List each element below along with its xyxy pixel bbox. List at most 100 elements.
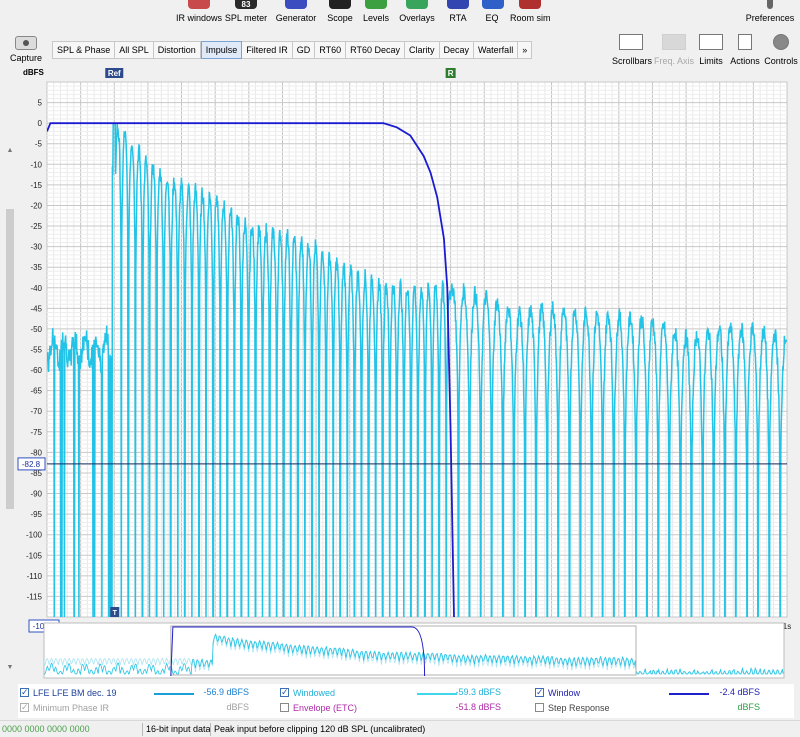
legend-item-window[interactable]: Window: [535, 686, 580, 700]
y-tick-label: -100: [26, 531, 43, 540]
button-label: Controls: [764, 56, 798, 66]
input-meter-digits: 0000 0000 0000 0000: [2, 724, 90, 734]
levels-icon: [365, 0, 387, 9]
toolbar-button-overlays[interactable]: Overlays: [398, 0, 436, 28]
legend-checkbox[interactable]: [280, 686, 289, 699]
tab-filtered-ir[interactable]: Filtered IR: [242, 42, 293, 58]
overlays-icon: [406, 0, 428, 9]
legend-label: LFE LFE BM dec. 19: [33, 688, 117, 698]
eq-icon: [482, 0, 504, 9]
r-marker[interactable]: R: [445, 68, 456, 78]
toolbar-label: RTA: [449, 13, 467, 23]
legend-value: -59.3 dBFS: [455, 687, 501, 697]
actions-icon: [738, 34, 752, 50]
toolbar-button-room-sim[interactable]: Room sim: [510, 0, 551, 28]
legend-item-windowed[interactable]: Windowed: [280, 686, 336, 700]
main-toolbar: IR windows 83 SPL meter Generator Scope Level…: [0, 0, 800, 28]
legend-item-minimum-phase-ir[interactable]: Minimum Phase IR: [20, 701, 109, 715]
toolbar-button-rta[interactable]: RTA: [446, 0, 470, 28]
r-marker-label: R: [448, 69, 454, 78]
tab-gd[interactable]: GD: [293, 42, 316, 58]
toolbar-label: Scope: [327, 13, 353, 23]
button-label: Scrollbars: [612, 56, 653, 66]
legend-label: Envelope (ETC): [293, 703, 358, 713]
tab-clarity[interactable]: Clarity: [405, 42, 440, 58]
legend-checkbox[interactable]: [535, 703, 544, 712]
legend-value: dBFS: [737, 702, 760, 712]
controls-button[interactable]: Controls: [762, 34, 800, 66]
peak-input-status: Peak input before clipping 120 dB SPL (u…: [214, 724, 426, 734]
freq-axis-icon: [662, 34, 686, 50]
toolbar-button-ir-windows[interactable]: IR windows: [176, 0, 222, 28]
cursor-value-box[interactable]: -82.8: [17, 457, 46, 471]
rew-window: IR windows 83 SPL meter Generator Scope Level…: [0, 0, 800, 737]
scroll-up-icon[interactable]: ▲: [6, 147, 14, 154]
legend-value: -2.4 dBFS: [719, 687, 760, 697]
tab-impulse[interactable]: Impulse: [200, 41, 243, 59]
legend-item-lfe-lfe-bm-dec-19[interactable]: LFE LFE BM dec. 19: [20, 686, 117, 700]
legend-value: dBFS: [226, 702, 249, 712]
actions-button[interactable]: Actions: [728, 34, 762, 66]
y-tick-label: 5: [38, 99, 43, 108]
tab-distortion[interactable]: Distortion: [154, 42, 201, 58]
vertical-scrollbar[interactable]: ▲ ▼: [4, 147, 16, 671]
legend-checkbox[interactable]: [20, 701, 29, 714]
scrollbar-thumb[interactable]: [6, 209, 14, 509]
capture-button[interactable]: Capture: [10, 36, 42, 63]
y-tick-label: -55: [30, 346, 42, 355]
tab-decay[interactable]: Decay: [440, 42, 475, 58]
tab-waterfall[interactable]: Waterfall: [474, 42, 519, 58]
y-tick-label: -80: [30, 448, 42, 457]
scrollbars-icon: [619, 34, 643, 50]
rta-icon: [447, 0, 469, 9]
limits-button[interactable]: Limits: [696, 34, 726, 66]
y-tick-label: -70: [30, 407, 42, 416]
ref-marker[interactable]: Ref: [105, 68, 124, 78]
input-bits-status: 16-bit input data: [146, 724, 211, 734]
tab-spl-phase[interactable]: SPL & Phase: [53, 42, 116, 58]
preferences-label: Preferences: [745, 13, 795, 23]
generator-icon: [285, 0, 307, 9]
wrench-icon: [767, 0, 773, 9]
impulse-plot[interactable]: 5 0 -5 -10 -15 -20 -25 -30 -35 -40 -45 -50 -55 -60 -65…: [0, 66, 800, 680]
capture-label: Capture: [9, 53, 43, 63]
toolbar-button-levels[interactable]: Levels: [362, 0, 390, 28]
trace-legend: LFE LFE BM dec. 19 -56.9 dBFS Windowed -59.…: [18, 684, 794, 718]
y-tick-label: -35: [30, 263, 42, 272]
toolbar-button-eq[interactable]: EQ: [482, 0, 504, 28]
ir-windows-icon: [188, 0, 210, 9]
graph-tab-row: Capture SPL & Phase All SPL Distortion Impu…: [0, 30, 800, 66]
y-tick-label: -60: [30, 366, 42, 375]
legend-checkbox[interactable]: [280, 703, 289, 712]
y-tick-label: -30: [30, 243, 42, 252]
tab-all-spl[interactable]: All SPL: [115, 42, 154, 58]
y-tick-label: -5: [35, 140, 43, 149]
toolbar-button-generator[interactable]: Generator: [274, 0, 318, 28]
y-tick-label: -50: [30, 325, 42, 334]
y-tick-label: -15: [30, 181, 42, 190]
legend-row: LFE LFE BM dec. 19 -56.9 dBFS Windowed -59.…: [18, 686, 794, 700]
button-label: Limits: [699, 56, 723, 66]
preferences-button[interactable]: Preferences: [744, 0, 796, 28]
legend-checkbox[interactable]: [20, 686, 29, 699]
legend-checkbox[interactable]: [535, 686, 544, 699]
t-marker[interactable]: T: [110, 607, 120, 617]
tab-more[interactable]: »: [518, 42, 531, 58]
legend-value: -56.9 dBFS: [203, 687, 249, 697]
legend-label: Windowed: [293, 688, 336, 698]
toolbar-button-scope[interactable]: Scope: [326, 0, 354, 28]
legend-row: Minimum Phase IR dBFS Envelope (ETC) -51.8 …: [18, 701, 794, 715]
y-tick-label: -40: [30, 284, 42, 293]
legend-label: Step Response: [548, 703, 610, 713]
t-marker-label: T: [113, 610, 118, 617]
tab-rt60-decay[interactable]: RT60 Decay: [346, 42, 405, 58]
legend-item-step-response[interactable]: Step Response: [535, 702, 610, 715]
legend-item-envelope-etc-[interactable]: Envelope (ETC): [280, 702, 357, 715]
scroll-down-icon[interactable]: ▼: [6, 664, 14, 671]
room-sim-icon: [519, 0, 541, 9]
scrollbars-button[interactable]: Scrollbars: [612, 34, 653, 66]
tab-rt60[interactable]: RT60: [315, 42, 347, 58]
toolbar-label: Room sim: [510, 13, 551, 23]
toolbar-button-spl-meter[interactable]: 83 SPL meter: [224, 0, 268, 28]
overview-strip[interactable]: [43, 622, 785, 679]
